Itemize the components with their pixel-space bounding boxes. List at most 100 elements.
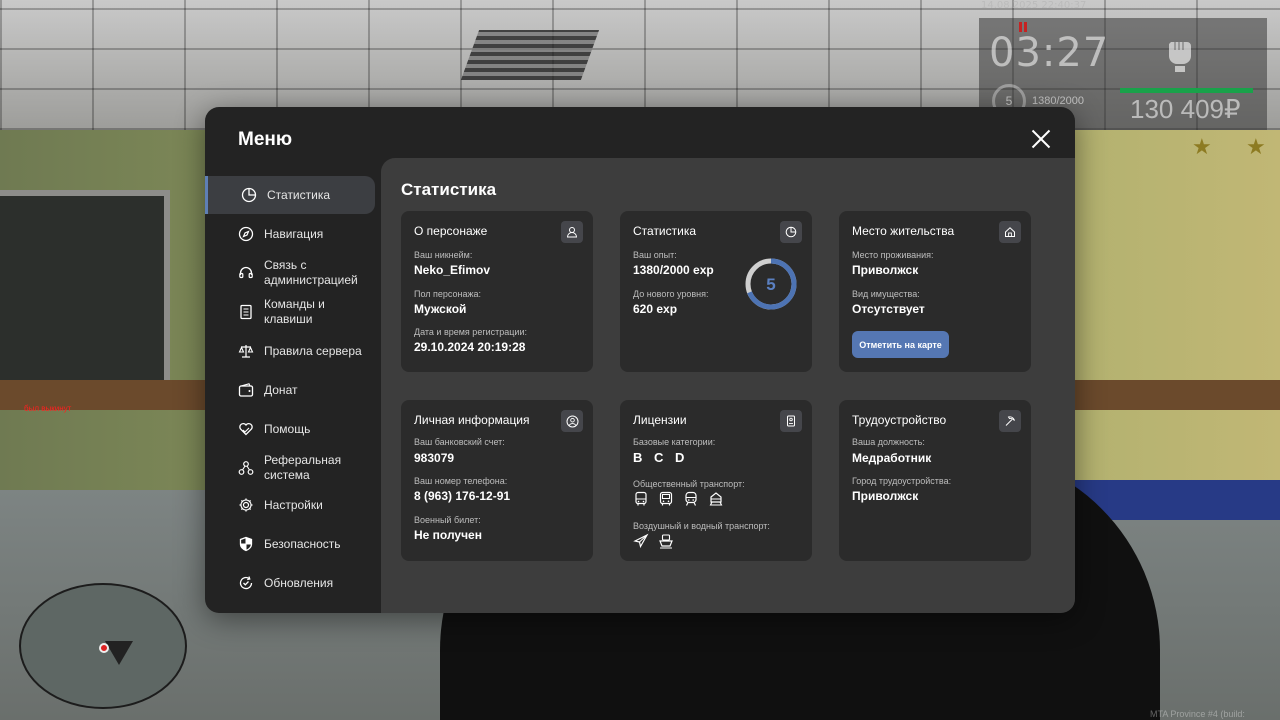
bus-icon xyxy=(635,491,647,506)
gender-label: Пол персонажа: xyxy=(414,289,482,299)
headset-icon xyxy=(238,265,254,281)
build-info: MTA Province #4 (build: 6.3.4.116.9) xyxy=(1150,709,1245,720)
property-value: Отсутствует xyxy=(852,302,925,316)
window xyxy=(0,190,170,390)
residence-value: Приволжск xyxy=(852,263,919,277)
sidebar-item-donate[interactable]: Донат xyxy=(205,371,375,409)
refresh-check-icon xyxy=(238,575,254,591)
sidebar-item-commands[interactable]: Команды и клавиши xyxy=(205,293,375,331)
registration-label: Дата и время регистрации: xyxy=(414,327,527,337)
sidebar-item-label: Донат xyxy=(264,382,298,397)
sidebar-item-referral[interactable]: Реферальная система xyxy=(205,449,375,487)
card-title: О персонаже xyxy=(414,224,488,238)
card-title: Лицензии xyxy=(633,413,687,427)
star-icon: ★ xyxy=(1246,134,1266,159)
compass-icon xyxy=(238,226,254,242)
air-water-transport-icons xyxy=(633,533,674,549)
sidebar-item-help[interactable]: Помощь xyxy=(205,410,375,448)
position-value: Медработник xyxy=(852,451,932,465)
sidebar-item-label: Команды и клавиши xyxy=(264,297,325,326)
sidebar-item-label: Статистика xyxy=(267,187,331,202)
content-panel: Статистика О персонаже Ваш никнейм: Neko… xyxy=(381,158,1075,613)
player-arrow-icon xyxy=(105,641,133,665)
residence-label: Место проживания: xyxy=(852,250,934,260)
fist-icon xyxy=(1165,32,1195,72)
card-title: Место жительства xyxy=(852,224,955,238)
gender-value: Мужской xyxy=(414,302,467,316)
hud-money: 130 409₽ xyxy=(1130,94,1241,124)
bank-label: Ваш банковский счет: xyxy=(414,437,505,447)
mark-on-map-button[interactable]: Отметить на карте xyxy=(852,331,949,358)
exp-value: 1380/2000 exp xyxy=(633,263,714,277)
plane-icon xyxy=(633,533,649,549)
sidebar-item-navigation[interactable]: Навигация xyxy=(205,215,375,253)
level-progress-ring: 5 xyxy=(745,258,797,310)
sidebar-item-label: Безопасность xyxy=(264,536,341,551)
sidebar-item-label: Реферальная система xyxy=(264,453,342,482)
waypoint-icon xyxy=(99,643,109,653)
sidebar-item-updates[interactable]: Обновления xyxy=(205,564,375,602)
property-label: Вид имущества: xyxy=(852,289,920,299)
card-personal-info: Личная информация Ваш банковский счет: 9… xyxy=(401,400,593,561)
close-icon[interactable] xyxy=(1031,129,1051,149)
phone-label: Ваш номер телефона: xyxy=(414,476,508,486)
sidebar-item-statistics[interactable]: Статистика xyxy=(205,176,375,214)
gear-icon xyxy=(238,497,254,513)
sidebar-item-label: Помощь xyxy=(264,421,311,436)
user-circle-icon xyxy=(561,410,583,432)
pie-chart-icon xyxy=(241,187,257,203)
star-icon: ★ xyxy=(1192,134,1212,159)
air-water-transport-label: Воздушный и водный транспорт: xyxy=(633,521,770,531)
menu-window: Меню Статистика Навигация Связь с админи… xyxy=(205,107,1075,613)
card-licenses: Лицензии Базовые категории: B C D Общест… xyxy=(620,400,812,561)
sidebar-item-label: Настройки xyxy=(264,497,323,512)
bus-front-icon xyxy=(659,491,673,506)
next-level-label: До нового уровня: xyxy=(633,289,709,299)
pickaxe-icon xyxy=(999,410,1021,432)
exp-label: Ваш опыт: xyxy=(633,250,677,260)
military-value: Не получен xyxy=(414,528,482,542)
sidebar-item-security[interactable]: Безопасность xyxy=(205,525,375,563)
hud-exp: 1380/2000 xyxy=(1032,95,1084,107)
scales-icon xyxy=(238,343,254,359)
public-transport-label: Общественный транспорт: xyxy=(633,479,745,489)
base-categories-label: Базовые категории: xyxy=(633,437,716,447)
card-title: Статистика xyxy=(633,224,697,238)
card-title: Личная информация xyxy=(414,413,530,427)
employment-city-value: Приволжск xyxy=(852,489,919,503)
sidebar-item-rules[interactable]: Правила сервера xyxy=(205,332,375,370)
registration-value: 29.10.2024 20:19:28 xyxy=(414,340,526,354)
card-statistics: Статистика Ваш опыт: 1380/2000 exp До но… xyxy=(620,211,812,372)
card-employment: Трудоустройство Ваша должность: Медработ… xyxy=(839,400,1031,561)
card-character: О персонаже Ваш никнейм: Neko_Efimov Пол… xyxy=(401,211,593,372)
shield-icon xyxy=(238,536,254,552)
document-icon xyxy=(238,304,254,320)
sidebar-item-label: Правила сервера xyxy=(264,343,362,358)
phone-value: 8 (963) 176-12-91 xyxy=(414,489,511,503)
card-title: Трудоустройство xyxy=(852,413,947,427)
chat-message: был выкинут xyxy=(24,404,72,413)
employment-city-label: Город трудоустройства: xyxy=(852,476,952,486)
sidebar-item-settings[interactable]: Настройки xyxy=(205,486,375,524)
sidebar-item-label: Навигация xyxy=(264,226,324,241)
id-card-icon xyxy=(780,410,802,432)
hud-health-bar xyxy=(1120,88,1253,93)
ceiling-vent xyxy=(460,30,600,80)
heart-hand-icon xyxy=(238,421,254,437)
nickname-value: Neko_Efimov xyxy=(414,263,491,277)
nickname-label: Ваш никнейм: xyxy=(414,250,473,260)
user-icon xyxy=(561,221,583,243)
card-residence: Место жительства Место проживания: Приво… xyxy=(839,211,1031,372)
level-number: 5 xyxy=(766,275,775,294)
sidebar-item-label: Связь с администрацией xyxy=(264,258,358,287)
sidebar-item-contact-admin[interactable]: Связь с администрацией xyxy=(205,254,375,292)
home-icon xyxy=(999,221,1021,243)
network-icon xyxy=(238,460,254,476)
public-transport-icons xyxy=(633,491,724,507)
train-icon xyxy=(685,491,697,506)
wallet-icon xyxy=(238,382,254,398)
boat-icon xyxy=(659,534,673,549)
military-label: Военный билет: xyxy=(414,515,481,525)
position-label: Ваша должность: xyxy=(852,437,925,447)
menu-title: Меню xyxy=(238,129,293,150)
